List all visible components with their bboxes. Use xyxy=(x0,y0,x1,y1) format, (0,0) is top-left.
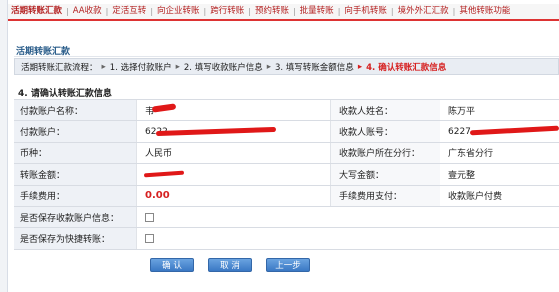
empty-cell xyxy=(440,207,559,227)
payee-name-label: 收款人姓名： xyxy=(330,100,440,121)
process-step-3: 3. 填写转账金额信息 xyxy=(275,62,354,73)
action-buttons: 确 认 取 消 上一步 xyxy=(150,258,310,272)
payee-name-value: 陈万平 xyxy=(448,106,476,117)
amount-upper-value: 壹元整 xyxy=(448,170,476,181)
process-step-1: 1. 选择付款账户 xyxy=(109,62,172,73)
table-row: 手续费用： 0.00 手续费用支付： 收款账户付费 xyxy=(14,185,559,207)
empty-cell xyxy=(330,206,440,228)
payee-branch-value: 广东省分行 xyxy=(448,149,494,160)
table-row: 是否保存收款账户信息： xyxy=(14,206,559,229)
section-divider xyxy=(14,56,559,57)
payer-name-label: 付款账户名称： xyxy=(14,100,137,121)
step-title: 4. 请确认转账汇款信息 xyxy=(18,89,112,99)
fee-value: 0.00 xyxy=(145,190,170,202)
currency-value: 人民币 xyxy=(145,149,173,160)
process-step-4-current: 4. 确认转账汇款信息 xyxy=(366,62,447,73)
empty-cell xyxy=(440,228,559,248)
tab-batch[interactable]: 批量转账 xyxy=(297,4,337,19)
tab-aa-collection[interactable]: AA收款 xyxy=(70,4,105,19)
tab-overseas-remittance[interactable]: 境外外汇汇款 xyxy=(395,4,452,19)
payee-branch-label: 收款账户所在分行： xyxy=(330,142,440,164)
tab-to-mobile[interactable]: 向手机转账 xyxy=(341,4,390,19)
table-row: 是否保存为快捷转账： xyxy=(14,228,559,250)
left-rail xyxy=(0,0,8,292)
fee-label: 手续费用： xyxy=(14,185,137,206)
tab-interbank[interactable]: 跨行转账 xyxy=(207,4,247,19)
table-row: 转账金额： 大写金额： 壹元整 xyxy=(14,164,559,186)
tab-fixed-current-exchange[interactable]: 定活互转 xyxy=(109,4,149,19)
amount-label: 转账金额： xyxy=(14,164,137,185)
process-breadcrumb: 活期转账汇款流程： ▸ 1. 选择付款账户 ▸ 2. 填写收款账户信息 ▸ 3.… xyxy=(14,58,559,75)
tab-scheduled[interactable]: 预约转账 xyxy=(252,4,292,19)
amount-upper-label: 大写金额： xyxy=(330,164,440,185)
save-shortcut-label: 是否保存为快捷转账： xyxy=(14,228,137,249)
save-payee-checkbox[interactable] xyxy=(145,212,154,222)
fee-payer-value: 收款账户付费 xyxy=(448,192,503,203)
process-step-2: 2. 填写收款账户信息 xyxy=(183,62,263,73)
process-label: 活期转账汇款流程： xyxy=(21,62,98,73)
function-tab-bar: 活期转账汇款 | AA收款 | 定活互转 | 向企业转账 | 跨行转账 | 预约… xyxy=(8,4,559,21)
arrow-icon: ▸ xyxy=(175,61,180,72)
confirm-info-table: 付款账户名称： 韦 收款人姓名： 陈万平 付款账户： 6222 收款人账号： 6… xyxy=(14,99,559,250)
currency-label: 币种： xyxy=(14,142,137,164)
empty-cell xyxy=(330,228,440,249)
table-row: 付款账户名称： 韦 收款人姓名： 陈万平 xyxy=(14,100,559,122)
payer-account-label: 付款账户： xyxy=(14,121,137,142)
tab-to-enterprise[interactable]: 向企业转账 xyxy=(154,4,203,19)
tab-current-transfer[interactable]: 活期转账汇款 xyxy=(8,4,65,19)
cancel-button[interactable]: 取 消 xyxy=(208,258,252,272)
save-shortcut-checkbox[interactable] xyxy=(145,234,154,244)
fee-payer-label: 手续费用支付： xyxy=(330,185,440,206)
confirm-button[interactable]: 确 认 xyxy=(150,258,194,272)
arrow-icon: ▸ xyxy=(357,61,363,72)
save-payee-label: 是否保存收款账户信息： xyxy=(14,206,137,228)
table-row: 币种： 人民币 收款账户所在分行： 广东省分行 xyxy=(14,142,559,165)
back-button[interactable]: 上一步 xyxy=(266,258,310,272)
payee-account-label: 收款人账号： xyxy=(330,121,440,142)
arrow-icon: ▸ xyxy=(266,61,271,72)
arrow-icon: ▸ xyxy=(101,61,106,72)
tab-other-functions[interactable]: 其他转账功能 xyxy=(456,4,513,19)
